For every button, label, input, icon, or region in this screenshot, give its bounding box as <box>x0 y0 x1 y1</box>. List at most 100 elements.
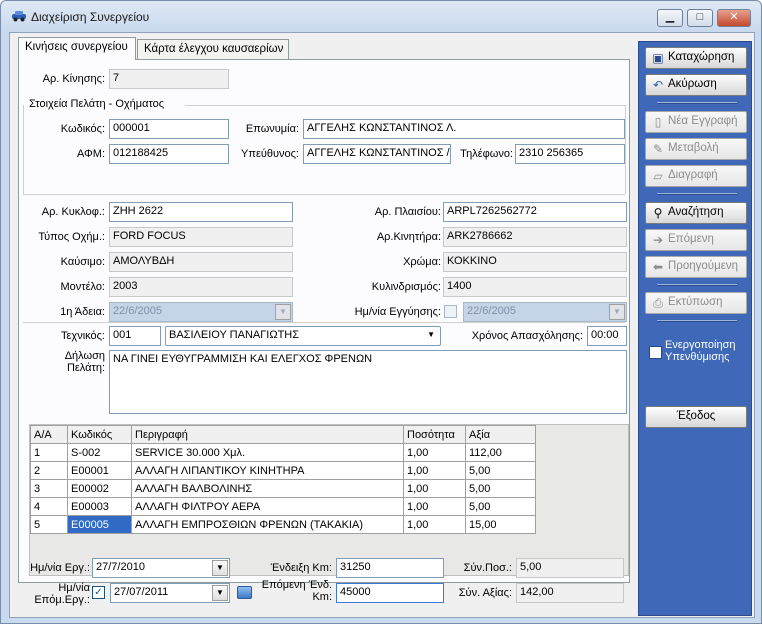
cell-description[interactable]: SERVICE 30.000 Χμλ. <box>131 443 404 462</box>
chevron-down-icon[interactable]: ▼ <box>212 560 228 576</box>
exit-button[interactable]: Έξοδος <box>645 406 747 428</box>
col-header-aa[interactable]: Α/Α <box>30 425 68 444</box>
edit-icon: ✎ <box>652 142 664 156</box>
calendar-icon[interactable] <box>237 586 252 599</box>
movement-label: Αρ. Κίνησης: <box>42 73 105 85</box>
cell-value[interactable]: 112,00 <box>465 443 536 462</box>
technician-code-field[interactable]: 001 <box>109 326 161 346</box>
next-km-field[interactable]: 45000 <box>336 583 444 603</box>
total-value-label: Σύν. Αξίας: <box>458 587 512 599</box>
close-button[interactable]: ✕ <box>717 9 751 27</box>
afm-field[interactable]: 012188425 <box>109 144 229 164</box>
customer-group-title: Στοιχεία Πελάτη - Οχήματος <box>29 98 165 110</box>
cell-description[interactable]: ΑΛΛΑΓΗ ΛΙΠΑΝΤΙΚΟΥ ΚΙΝΗΤΗΡΑ <box>131 461 404 480</box>
warranty-value: 22/6/2005 <box>467 305 516 317</box>
table-row[interactable]: 1 S-002 SERVICE 30.000 Χμλ. 1,00 112,00 <box>30 443 536 462</box>
cell-value[interactable]: 15,00 <box>465 515 536 534</box>
client-area: Κινήσεις συνεργείου Κάρτα έλεγχου καυσαε… <box>9 32 755 618</box>
cell-code[interactable]: E00005 <box>67 515 132 534</box>
arrow-left-icon: ⬅ <box>652 260 664 274</box>
col-header-description[interactable]: Περιγραφή <box>131 425 404 444</box>
cell-quantity[interactable]: 1,00 <box>403 443 466 462</box>
cell-code[interactable]: E00001 <box>67 461 132 480</box>
responsible-field[interactable]: ΑΓΓΕΛΗΣ ΚΩΝΣΤΑΝΤΙΝΟΣ / <box>303 144 451 164</box>
cell-aa[interactable]: 5 <box>30 515 68 534</box>
chevron-down-icon[interactable]: ▼ <box>609 304 625 320</box>
work-date-picker[interactable]: 27/7/2010 ▼ <box>92 558 230 578</box>
customer-code-field[interactable]: 000001 <box>109 119 229 139</box>
group-border-left <box>23 105 24 194</box>
plate-field[interactable]: ΖΗΗ 2622 <box>109 202 293 222</box>
items-table: Α/Α Κωδικός Περιγραφή Ποσότητα Αξία 1 S-… <box>30 425 536 534</box>
col-header-quantity[interactable]: Ποσότητα <box>403 425 466 444</box>
warranty-date[interactable]: 22/6/2005 ▼ <box>463 302 627 322</box>
first-license-date[interactable]: 22/6/2005 ▼ <box>109 302 293 322</box>
table-row[interactable]: 2 E00001 ΑΛΛΑΓΗ ΛΙΠΑΝΤΙΚΟΥ ΚΙΝΗΤΗΡΑ 1,00… <box>30 461 536 480</box>
phone-field[interactable]: 2310 256365 <box>515 144 625 164</box>
fuel-label: Καύσιμο: <box>60 256 105 268</box>
cell-code[interactable]: E00002 <box>67 479 132 498</box>
cell-quantity[interactable]: 1,00 <box>403 515 466 534</box>
car-icon <box>12 11 26 22</box>
reminder-checkbox[interactable] <box>649 346 662 359</box>
responsible-label: Υπεύθυνος: <box>241 148 299 160</box>
group-divider <box>23 194 625 195</box>
table-row[interactable]: 4 E00003 ΑΛΛΑΓΗ ΦΙΛΤΡΟΥ ΑΕΡΑ 1,00 5,00 <box>30 497 536 516</box>
chassis-field[interactable]: ARPL7262562772 <box>443 202 627 222</box>
cell-quantity[interactable]: 1,00 <box>403 461 466 480</box>
warranty-checkbox[interactable] <box>444 305 457 318</box>
next-date-picker[interactable]: 27/07/2011 ▼ <box>110 583 230 603</box>
work-time-field[interactable]: 00:00 <box>587 326 627 346</box>
cell-aa[interactable]: 3 <box>30 479 68 498</box>
main-window: Διαχείριση Συνεργείου ▁ □ ✕ Κινήσεις συν… <box>0 0 762 624</box>
minimize-button[interactable]: ▁ <box>657 9 683 27</box>
col-header-code[interactable]: Κωδικός <box>67 425 132 444</box>
phone-label: Τηλέφωνο: <box>460 148 513 160</box>
cell-code[interactable]: S-002 <box>67 443 132 462</box>
cell-value[interactable]: 5,00 <box>465 479 536 498</box>
new-record-button[interactable]: ▯ Νέα Εγγραφή <box>645 111 747 133</box>
cell-aa[interactable]: 2 <box>30 461 68 480</box>
cell-quantity[interactable]: 1,00 <box>403 497 466 516</box>
save-button[interactable]: ▣ Καταχώρηση <box>645 47 747 69</box>
delete-button[interactable]: ▱ Διαγραφή <box>645 165 747 187</box>
next-date-label: Ημ/νία Επόμ.Εργ.: <box>34 582 90 606</box>
edit-button[interactable]: ✎ Μεταβολή <box>645 138 747 160</box>
cell-value[interactable]: 5,00 <box>465 497 536 516</box>
cell-value[interactable]: 5,00 <box>465 461 536 480</box>
cancel-button[interactable]: ↶ Ακύρωση <box>645 74 747 96</box>
col-header-value[interactable]: Αξία <box>465 425 536 444</box>
cell-quantity[interactable]: 1,00 <box>403 479 466 498</box>
next-date-checkbox[interactable]: ✓ <box>92 586 105 599</box>
items-grid[interactable]: Α/Α Κωδικός Περιγραφή Ποσότητα Αξία 1 S-… <box>29 424 629 576</box>
arrow-right-icon: ➔ <box>652 233 664 247</box>
print-button[interactable]: ⎙ Εκτύπωση <box>645 292 747 314</box>
model-label: Μοντέλο: <box>60 281 105 293</box>
cell-aa[interactable]: 1 <box>30 443 68 462</box>
sidebar-separator <box>657 102 737 104</box>
next-record-button[interactable]: ➔ Επόμενη <box>645 229 747 251</box>
work-date-label: Ημ/νία Εργ.: <box>30 562 90 574</box>
warranty-label: Ημ/νία Εγγύησης: <box>354 306 441 318</box>
chevron-down-icon[interactable]: ▼ <box>275 304 291 320</box>
cell-description[interactable]: ΑΛΛΑΓΗ ΕΜΠΡΟΣΘΙΩΝ ΦΡΕΝΩΝ (ΤΑΚΑΚΙΑ) <box>131 515 404 534</box>
tab-workshop-movements[interactable]: Κινήσεις συνεργείου <box>18 37 136 60</box>
cell-description[interactable]: ΑΛΛΑΓΗ ΦΙΛΤΡΟΥ ΑΕΡΑ <box>131 497 404 516</box>
cell-description[interactable]: ΑΛΛΑΓΗ ΒΑΛΒΟΛΙΝΗΣ <box>131 479 404 498</box>
table-row[interactable]: 3 E00002 ΑΛΛΑΓΗ ΒΑΛΒΟΛΙΝΗΣ 1,00 5,00 <box>30 479 536 498</box>
declaration-textarea[interactable]: ΝΑ ΓΙΝΕΙ ΕΥΘΥΓΡΑΜΜΙΣΗ ΚΑΙ ΕΛΕΓΧΟΣ ΦΡΕΝΩΝ <box>109 350 627 414</box>
title-bar[interactable]: Διαχείριση Συνεργείου ▁ □ ✕ <box>1 1 761 31</box>
table-row[interactable]: 5 E00005 ΑΛΛΑΓΗ ΕΜΠΡΟΣΘΙΩΝ ΦΡΕΝΩΝ (ΤΑΚΑΚ… <box>30 515 536 534</box>
customer-name-field[interactable]: ΑΓΓΕΛΗΣ ΚΩΝΣΤΑΝΤΙΝΟΣ Λ. <box>303 119 625 139</box>
chevron-down-icon[interactable]: ▼ <box>212 585 228 601</box>
table-header: Α/Α Κωδικός Περιγραφή Ποσότητα Αξία <box>30 425 536 444</box>
new-document-icon: ▯ <box>654 115 662 129</box>
maximize-button[interactable]: □ <box>687 9 713 27</box>
technician-select[interactable]: ΒΑΣΙΛΕΙΟΥ ΠΑΝΑΓΙΩΤΗΣ ▼ <box>165 326 441 346</box>
cell-aa[interactable]: 4 <box>30 497 68 516</box>
cell-code[interactable]: E00003 <box>67 497 132 516</box>
km-field[interactable]: 31250 <box>336 558 444 578</box>
tab-emissions-card[interactable]: Κάρτα έλεγχου καυσαερίων <box>137 39 289 59</box>
previous-record-button[interactable]: ⬅ Προηγούμενη <box>645 256 747 278</box>
search-button[interactable]: ⚲ Αναζήτηση <box>645 202 747 224</box>
